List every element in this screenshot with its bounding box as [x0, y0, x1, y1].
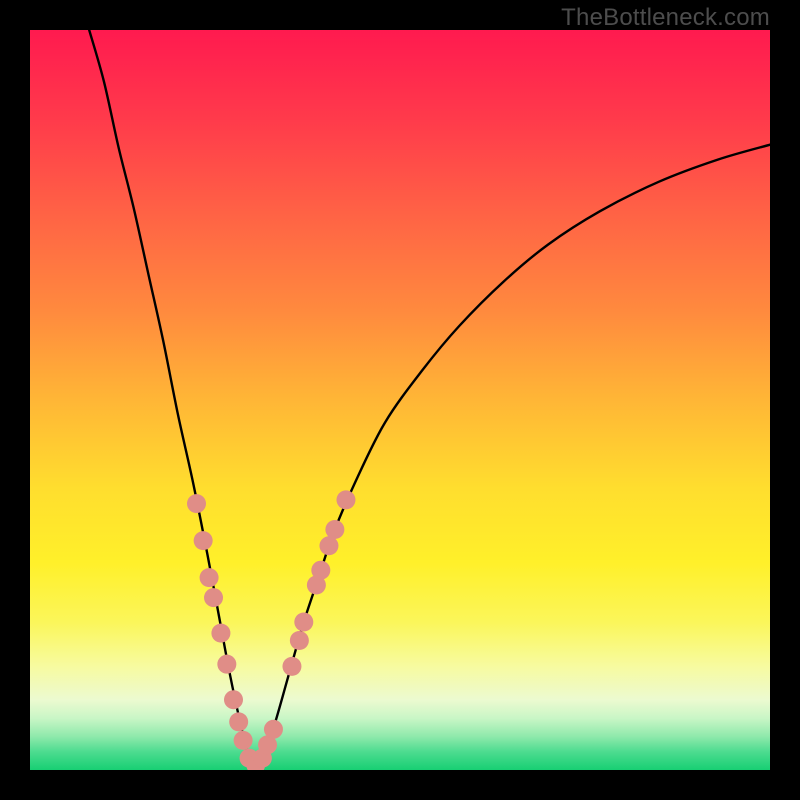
marker-dot: [200, 568, 219, 587]
marker-dot: [217, 655, 236, 674]
marker-dot: [234, 731, 253, 750]
marker-dot: [211, 624, 230, 643]
outer-frame: TheBottleneck.com: [0, 0, 800, 800]
marker-dot: [224, 690, 243, 709]
marker-dot: [264, 720, 283, 739]
marker-dot: [290, 631, 309, 650]
highlight-dots: [187, 490, 355, 770]
marker-dot: [319, 536, 338, 555]
plot-area: [30, 30, 770, 770]
marker-dot: [187, 494, 206, 513]
marker-dot: [194, 531, 213, 550]
marker-dot: [294, 613, 313, 632]
marker-dot: [311, 561, 330, 580]
marker-dot: [204, 588, 223, 607]
attribution-text: TheBottleneck.com: [561, 4, 770, 32]
marker-dot: [325, 520, 344, 539]
marker-dot: [282, 657, 301, 676]
curve-layer: [30, 30, 770, 770]
bottleneck-curve: [89, 30, 770, 766]
marker-dot: [229, 712, 248, 731]
marker-dot: [336, 490, 355, 509]
